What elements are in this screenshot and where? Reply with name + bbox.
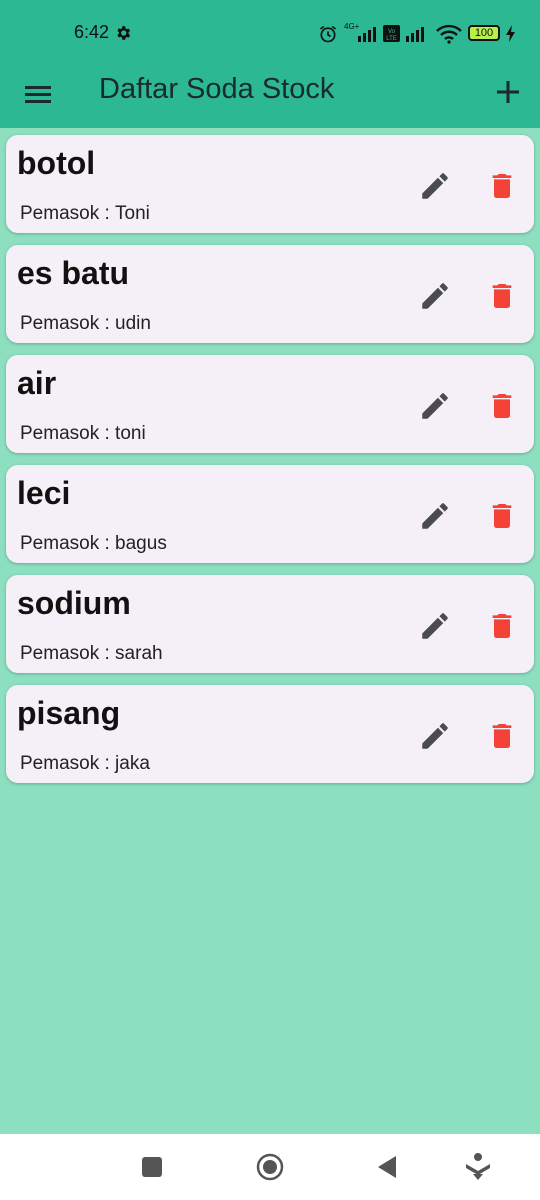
page-title: Daftar Soda Stock: [99, 73, 335, 105]
supplier-name: Toni: [115, 203, 150, 224]
list-item[interactable]: botol Pemasok : Toni: [6, 135, 534, 233]
stock-list: botol Pemasok : Toni es batu Pemasok : u…: [6, 135, 534, 795]
plus-icon[interactable]: [491, 75, 525, 109]
signal-icon: [358, 27, 376, 42]
trash-icon[interactable]: [486, 279, 518, 313]
supplier-name: sarah: [115, 643, 163, 664]
supplier-label: Pemasok :: [20, 753, 116, 774]
pencil-icon[interactable]: [418, 719, 452, 753]
wifi-icon: [436, 24, 462, 44]
item-name: es batu: [17, 255, 130, 291]
list-item[interactable]: air Pemasok : toni: [6, 355, 534, 453]
menu-icon[interactable]: [22, 78, 54, 110]
supplier-name: toni: [115, 423, 146, 444]
item-name: botol: [17, 145, 96, 181]
trash-icon[interactable]: [486, 609, 518, 643]
trash-icon[interactable]: [486, 389, 518, 423]
supplier-label: Pemasok :: [20, 313, 116, 334]
supplier-label: Pemasok :: [20, 533, 116, 554]
list-item[interactable]: pisang Pemasok : jaka: [6, 685, 534, 783]
supplier-text: Pemasok : jaka: [20, 753, 150, 775]
list-item[interactable]: leci Pemasok : bagus: [6, 465, 534, 563]
supplier-label: Pemasok :: [20, 423, 116, 444]
item-name: air: [17, 365, 57, 401]
pencil-icon[interactable]: [418, 169, 452, 203]
supplier-text: Pemasok : toni: [20, 423, 146, 445]
charging-icon: [506, 25, 515, 42]
volte-icon: Vo LTE: [383, 25, 400, 42]
list-item[interactable]: es batu Pemasok : udin: [6, 245, 534, 343]
status-bar: 6:42 4G+ Vo LTE 100: [0, 0, 540, 60]
svg-text:LTE: LTE: [386, 36, 397, 42]
battery-icon: 100: [468, 25, 500, 41]
supplier-name: udin: [115, 313, 151, 334]
item-name: pisang: [17, 695, 121, 731]
supplier-text: Pemasok : Toni: [20, 203, 150, 225]
back-icon[interactable]: [376, 1154, 398, 1180]
supplier-name: bagus: [115, 533, 167, 554]
supplier-label: Pemasok :: [20, 203, 116, 224]
status-time: 6:42: [74, 22, 110, 42]
supplier-text: Pemasok : bagus: [20, 533, 167, 555]
item-name: leci: [17, 475, 71, 511]
trash-icon[interactable]: [486, 719, 518, 753]
trash-icon[interactable]: [486, 499, 518, 533]
pencil-icon[interactable]: [418, 499, 452, 533]
list-item[interactable]: sodium Pemasok : sarah: [6, 575, 534, 673]
app-bar: Daftar Soda Stock: [0, 60, 540, 128]
alarm-icon: [320, 25, 336, 43]
supplier-label: Pemasok :: [20, 643, 116, 664]
home-icon[interactable]: [255, 1152, 285, 1182]
supplier-name: jaka: [115, 753, 150, 774]
item-name: sodium: [17, 585, 131, 621]
gear-icon: [117, 26, 131, 40]
supplier-text: Pemasok : sarah: [20, 643, 163, 665]
pencil-icon[interactable]: [418, 609, 452, 643]
supplier-text: Pemasok : udin: [20, 313, 151, 335]
svg-text:Vo: Vo: [388, 29, 396, 35]
system-nav-bar: [0, 1134, 540, 1200]
recents-icon[interactable]: [141, 1156, 163, 1178]
pencil-icon[interactable]: [418, 389, 452, 423]
assistant-icon[interactable]: [465, 1152, 491, 1182]
signal-icon-2: [406, 27, 424, 42]
trash-icon[interactable]: [486, 169, 518, 203]
pencil-icon[interactable]: [418, 279, 452, 313]
